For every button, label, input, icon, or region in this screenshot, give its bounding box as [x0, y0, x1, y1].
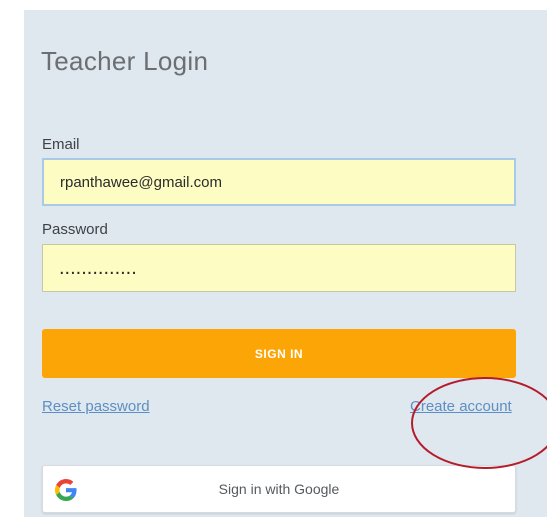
login-panel: Teacher Login Email Password SIGN IN Res… — [24, 10, 547, 517]
password-field[interactable] — [42, 244, 516, 292]
password-label: Password — [42, 221, 108, 238]
google-sign-in-label: Sign in with Google — [218, 481, 340, 497]
page-title: Teacher Login — [41, 46, 209, 76]
reset-password-link[interactable]: Reset password — [42, 398, 150, 415]
google-sign-in-button[interactable]: Sign in with Google — [42, 465, 516, 513]
email-field[interactable] — [42, 158, 516, 206]
email-label: Email — [42, 136, 80, 153]
sign-in-button[interactable]: SIGN IN — [42, 329, 516, 378]
annotation-circle — [411, 377, 547, 469]
